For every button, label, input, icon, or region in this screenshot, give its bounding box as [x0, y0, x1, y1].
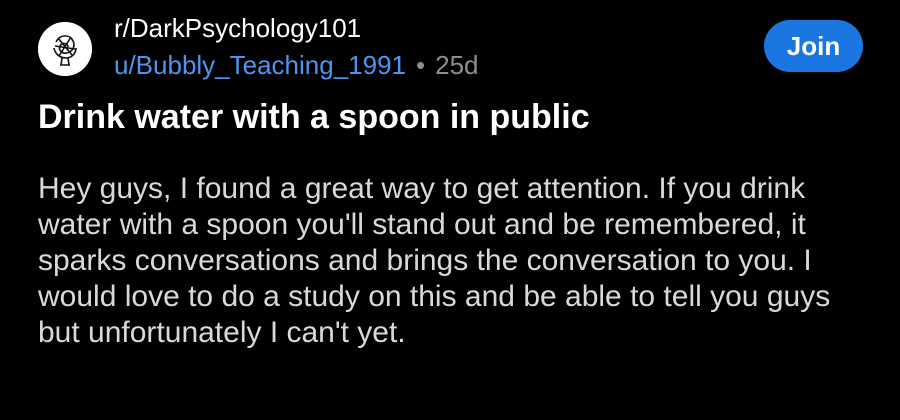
- post-card: r/DarkPsychology101 u/Bubbly_Teaching_19…: [0, 0, 900, 420]
- subreddit-name[interactable]: r/DarkPsychology101: [114, 10, 361, 46]
- subreddit-avatar-icon[interactable]: [38, 22, 92, 76]
- author-username[interactable]: u/Bubbly_Teaching_1991: [114, 50, 406, 80]
- post-age: 25d: [435, 50, 479, 80]
- join-button[interactable]: Join: [764, 20, 863, 72]
- post-body: Hey guys, I found a great way to get att…: [38, 172, 831, 349]
- meta-separator: •: [416, 50, 426, 80]
- post-meta: u/Bubbly_Teaching_1991 • 25d: [114, 48, 479, 82]
- post-title[interactable]: Drink water with a spoon in public: [38, 95, 590, 139]
